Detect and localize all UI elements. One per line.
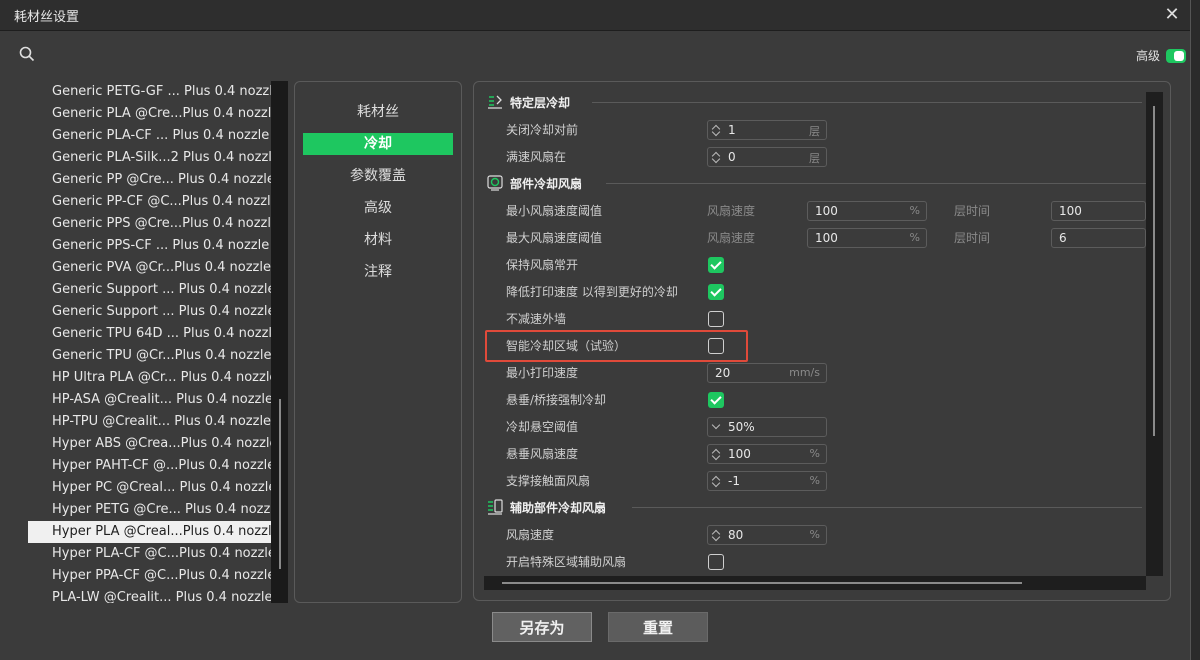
min-print-speed-input[interactable]: 20 mm/s xyxy=(707,363,827,383)
overhang-threshold-label: 冷却悬空阈值 xyxy=(506,420,579,434)
overhang-fan-speed-label: 悬垂风扇速度 xyxy=(506,447,579,461)
min-fan-threshold-label: 最小风扇速度阈值 xyxy=(506,204,603,218)
aux-fan-speed-input[interactable]: 80 % xyxy=(707,525,827,545)
title-bar: 耗材丝设置 ✕ xyxy=(0,0,1190,31)
category-material[interactable]: 材料 xyxy=(303,229,453,251)
filament-list-item[interactable]: Generic PLA-CF ... Plus 0.4 nozzle xyxy=(28,125,272,147)
layer-fan-icon xyxy=(488,95,502,109)
max-fan-speed-sublabel: 风扇速度 xyxy=(707,231,756,245)
min-layer-time-input[interactable]: 100 xyxy=(1051,201,1146,221)
overhang-threshold-select[interactable]: 50% xyxy=(707,417,827,437)
filament-list-item[interactable]: Hyper PC @Creal... Plus 0.4 nozzle xyxy=(28,477,272,499)
spin-arrows-icon[interactable] xyxy=(712,123,721,137)
spin-arrows-icon[interactable] xyxy=(712,150,721,164)
section-title: 部件冷却风扇 xyxy=(510,176,583,191)
close-fan-before-label: 关闭冷却对前 xyxy=(506,123,579,137)
section-title: 辅助部件冷却风扇 xyxy=(510,500,607,515)
filament-list-item[interactable]: Generic PLA @Cre...Plus 0.4 nozzle xyxy=(28,103,272,125)
settings-vertical-scrollbar[interactable] xyxy=(1146,92,1163,576)
chevron-down-icon xyxy=(711,420,721,430)
close-fan-before-input[interactable]: 1 层 xyxy=(707,120,827,140)
filament-list-item[interactable]: HP Ultra PLA @Cr... Plus 0.4 nozzle xyxy=(28,367,272,389)
filament-list-item[interactable]: PLA-LW @Crealit... Plus 0.4 nozzle xyxy=(28,587,272,603)
special-area-aux-fan-checkbox[interactable] xyxy=(708,554,724,570)
slow-down-checkbox[interactable] xyxy=(708,284,724,300)
spin-arrows-icon[interactable] xyxy=(712,528,721,542)
max-layer-time-input[interactable]: 6 xyxy=(1051,228,1146,248)
aux-fan-speed-label: 风扇速度 xyxy=(506,528,555,542)
category-panel: 耗材丝 冷却 参数覆盖 高级 材料 注释 xyxy=(294,81,462,603)
filament-list-item[interactable]: HP-ASA @Crealit... Plus 0.4 nozzle xyxy=(28,389,272,411)
slow-down-label: 降低打印速度 以得到更好的冷却 xyxy=(506,285,678,299)
category-advanced[interactable]: 高级 xyxy=(303,197,453,219)
dialog-title: 耗材丝设置 xyxy=(14,10,80,25)
filament-list-scrollbar[interactable] xyxy=(271,81,288,603)
search-icon[interactable] xyxy=(19,46,35,62)
overhang-fan-speed-input[interactable]: 100 % xyxy=(707,444,827,464)
keep-fan-on-checkbox[interactable] xyxy=(708,257,724,273)
max-layer-time-sublabel: 层时间 xyxy=(954,231,991,245)
category-notes[interactable]: 注释 xyxy=(303,261,453,283)
filament-list-item[interactable]: Generic Support ... Plus 0.4 nozzle xyxy=(28,279,272,301)
no-slow-outer-wall-label: 不减速外墙 xyxy=(506,312,567,326)
highlight-box xyxy=(485,330,748,362)
section-part-cooling-fan: 部件冷却风扇 xyxy=(486,174,1146,192)
save-as-button[interactable]: 另存为 xyxy=(492,612,592,642)
filament-list: Generic PETG-GF ... Plus 0.4 nozzle Gener… xyxy=(28,81,272,603)
section-specific-layer-cooling: 特定层冷却 xyxy=(486,93,1142,111)
spin-arrows-icon[interactable] xyxy=(712,447,721,461)
support-interface-fan-label: 支撑接触面风扇 xyxy=(506,474,591,488)
filament-list-item[interactable]: Generic Support ... Plus 0.4 nozzle xyxy=(28,301,272,323)
filament-list-item[interactable]: Generic PP @Cre... Plus 0.4 nozzle xyxy=(28,169,272,191)
bridge-force-cooling-checkbox[interactable] xyxy=(708,392,724,408)
section-title: 特定层冷却 xyxy=(510,95,571,110)
aux-fan-icon xyxy=(488,499,503,515)
reset-button[interactable]: 重置 xyxy=(608,612,708,642)
filament-list-item[interactable]: Hyper ABS @Crea...Plus 0.4 nozzle xyxy=(28,433,272,455)
filament-list-item[interactable]: Generic PETG-GF ... Plus 0.4 nozzle xyxy=(28,81,272,103)
part-fan-icon xyxy=(487,175,503,191)
advanced-label: 高级 xyxy=(1135,49,1160,63)
category-filament[interactable]: 耗材丝 xyxy=(303,101,453,123)
spin-arrows-icon[interactable] xyxy=(712,474,721,488)
bridge-force-cooling-label: 悬垂/桥接强制冷却 xyxy=(506,393,607,407)
filament-list-item[interactable]: Generic TPU @Cr...Plus 0.4 nozzle xyxy=(28,345,272,367)
min-fan-speed-sublabel: 风扇速度 xyxy=(707,204,756,218)
full-fan-at-label: 满速风扇在 xyxy=(506,150,567,164)
special-area-aux-fan-label: 开启特殊区域辅助风扇 xyxy=(506,555,627,569)
close-icon[interactable]: ✕ xyxy=(1160,3,1184,27)
filament-list-item[interactable]: Generic TPU 64D ... Plus 0.4 nozzle xyxy=(28,323,272,345)
advanced-toggle[interactable] xyxy=(1166,48,1186,63)
min-print-speed-label: 最小打印速度 xyxy=(506,366,579,380)
filament-list-item[interactable]: Hyper PLA @Creal...Plus 0.4 nozzle xyxy=(28,521,272,543)
filament-settings-dialog: 耗材丝设置 ✕ 高级 Generic PETG-GF ... Plus 0.4 … xyxy=(0,0,1191,660)
full-fan-at-input[interactable]: 0 层 xyxy=(707,147,827,167)
filament-list-item[interactable]: Generic PPS-CF ... Plus 0.4 nozzle xyxy=(28,235,272,257)
section-aux-part-cooling-fan: 辅助部件冷却风扇 xyxy=(486,498,1142,516)
advanced-toggle-group: 高级 xyxy=(1136,47,1186,64)
filament-list-item[interactable]: Hyper PETG @Cre... Plus 0.4 nozzle xyxy=(28,499,272,521)
filament-list-item[interactable]: Generic PPS @Cre...Plus 0.4 nozzle xyxy=(28,213,272,235)
settings-horizontal-scrollbar[interactable] xyxy=(484,576,1146,590)
max-fan-threshold-label: 最大风扇速度阈值 xyxy=(506,231,603,245)
filament-list-item[interactable]: Hyper PAHT-CF @...Plus 0.4 nozzle xyxy=(28,455,272,477)
max-fan-speed-input[interactable]: 100 % xyxy=(807,228,927,248)
filament-list-item[interactable]: HP-TPU @Crealit... Plus 0.4 nozzle xyxy=(28,411,272,433)
min-layer-time-sublabel: 层时间 xyxy=(954,204,991,218)
filament-list-item[interactable]: Hyper PLA-CF @C...Plus 0.4 nozzle xyxy=(28,543,272,565)
filament-list-item[interactable]: Hyper PPA-CF @C...Plus 0.4 nozzle xyxy=(28,565,272,587)
filament-list-item[interactable]: Generic PVA @Cr...Plus 0.4 nozzle xyxy=(28,257,272,279)
category-overrides[interactable]: 参数覆盖 xyxy=(303,165,453,187)
filament-list-item[interactable]: Generic PLA-Silk...2 Plus 0.4 nozzle xyxy=(28,147,272,169)
keep-fan-on-label: 保持风扇常开 xyxy=(506,258,579,272)
no-slow-outer-wall-checkbox[interactable] xyxy=(708,311,724,327)
category-cooling[interactable]: 冷却 xyxy=(303,133,453,155)
filament-list-item[interactable]: Generic PP-CF @C...Plus 0.4 nozzle xyxy=(28,191,272,213)
support-interface-fan-input[interactable]: -1 % xyxy=(707,471,827,491)
min-fan-speed-input[interactable]: 100 % xyxy=(807,201,927,221)
